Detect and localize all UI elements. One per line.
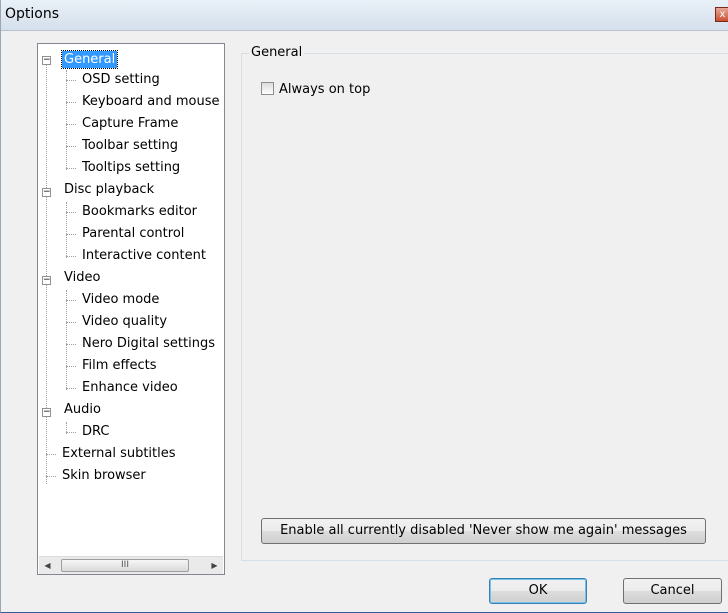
cancel-button[interactable]: Cancel	[623, 578, 722, 604]
tree-item-label: Nero Digital settings	[82, 336, 216, 351]
tree-item-label: Disc playback	[64, 182, 155, 197]
scroll-left-icon[interactable]: ◀	[39, 557, 56, 574]
tree-branch	[66, 212, 76, 213]
tree-item-label: OSD setting	[82, 72, 160, 87]
tree-item-label: DRC	[82, 424, 110, 439]
tree-item-label: Enhance video	[82, 380, 178, 395]
tree-branch	[66, 300, 76, 301]
collapse-icon[interactable]: −	[42, 56, 51, 65]
tree-item-interactive-content[interactable]: Interactive content	[80, 246, 208, 266]
tree-item-video-quality[interactable]: Video quality	[80, 312, 169, 332]
tree-item-bookmarks-editor[interactable]: Bookmarks editor	[80, 202, 199, 222]
options-tree[interactable]: − − − − General OSD setting Keyboard and…	[37, 43, 225, 575]
close-icon: x	[719, 9, 726, 20]
tree-item-label: Capture Frame	[82, 116, 179, 131]
tree-item-label: Keyboard and mouse	[82, 94, 220, 109]
scroll-right-icon[interactable]: ▶	[206, 557, 223, 574]
tree-branch	[66, 234, 76, 235]
tree-branch	[66, 322, 76, 323]
tree-item-video[interactable]: Video	[62, 268, 102, 288]
tree-item-label: External subtitles	[62, 446, 176, 461]
tree-branch	[66, 344, 76, 345]
tree-item-general[interactable]: General	[60, 50, 119, 70]
horizontal-scrollbar[interactable]: ◀ III ▶	[39, 556, 223, 574]
tree-item-skin-browser[interactable]: Skin browser	[60, 466, 148, 486]
scroll-thumb[interactable]: III	[61, 559, 189, 572]
tree-item-label: Tooltips setting	[82, 160, 181, 175]
tree-item-tooltips-setting[interactable]: Tooltips setting	[80, 158, 182, 178]
tree-item-osd-setting[interactable]: OSD setting	[80, 70, 162, 90]
tree-item-label: Film effects	[82, 358, 157, 373]
title-bar[interactable]: Options x	[1, 0, 728, 31]
collapse-icon[interactable]: −	[42, 408, 51, 417]
always-on-top-checkbox[interactable]	[261, 82, 274, 95]
tree-item-drc[interactable]: DRC	[80, 422, 111, 442]
tree-item-toolbar-setting[interactable]: Toolbar setting	[80, 136, 180, 156]
always-on-top-label: Always on top	[279, 82, 371, 97]
collapse-icon[interactable]: −	[42, 188, 51, 197]
tree-line	[46, 60, 47, 484]
tree-item-label: Toolbar setting	[82, 138, 179, 153]
tree-item-label: General	[60, 50, 119, 69]
tree-item-video-mode[interactable]: Video mode	[80, 290, 161, 310]
tree-branch	[66, 366, 76, 367]
tree-item-audio[interactable]: Audio	[62, 400, 103, 420]
tree-branch	[66, 124, 76, 125]
tree-item-enhance-video[interactable]: Enhance video	[80, 378, 180, 398]
tree-item-film-effects[interactable]: Film effects	[80, 356, 159, 376]
tree-item-label: Video	[64, 270, 101, 285]
tree-item-label: Video quality	[82, 314, 168, 329]
collapse-icon[interactable]: −	[42, 276, 51, 285]
settings-panel: General Always on top Enable all current…	[241, 43, 728, 575]
ok-button[interactable]: OK	[489, 578, 587, 604]
tree-branch	[66, 146, 76, 147]
tree-branch	[46, 476, 56, 477]
tree-item-label: Skin browser	[62, 468, 146, 483]
close-button[interactable]: x	[715, 7, 728, 22]
tree-item-label: Parental control	[82, 226, 185, 241]
tree-item-label: Interactive content	[82, 248, 206, 263]
tree-item-label: Bookmarks editor	[82, 204, 198, 219]
tree-branch	[66, 256, 76, 257]
tree-item-nero-digital-settings[interactable]: Nero Digital settings	[80, 334, 217, 354]
options-dialog: Options x − − − − General OSD setting Ke…	[0, 0, 728, 613]
tree-branch	[66, 168, 76, 169]
tree-item-disc-playback[interactable]: Disc playback	[62, 180, 156, 200]
tree-item-external-subtitles[interactable]: External subtitles	[60, 444, 178, 464]
window-title: Options	[5, 6, 60, 22]
tree-line	[66, 70, 67, 170]
tree-branch	[66, 388, 76, 389]
tree-branch	[66, 80, 76, 81]
always-on-top-option[interactable]: Always on top	[261, 81, 370, 99]
tree-item-label: Audio	[64, 402, 101, 417]
tree-line	[66, 290, 67, 390]
tree-item-keyboard-and-mouse[interactable]: Keyboard and mouse	[80, 92, 221, 112]
tree-line	[66, 202, 67, 258]
tree-branch	[66, 432, 76, 433]
group-title: General	[249, 45, 305, 60]
enable-messages-button[interactable]: Enable all currently disabled 'Never sho…	[261, 518, 706, 544]
tree-branch	[46, 454, 56, 455]
general-group	[241, 53, 728, 561]
tree-item-capture-frame[interactable]: Capture Frame	[80, 114, 180, 134]
tree-item-label: Video mode	[82, 292, 160, 307]
tree-item-parental-control[interactable]: Parental control	[80, 224, 186, 244]
tree-branch	[66, 102, 76, 103]
